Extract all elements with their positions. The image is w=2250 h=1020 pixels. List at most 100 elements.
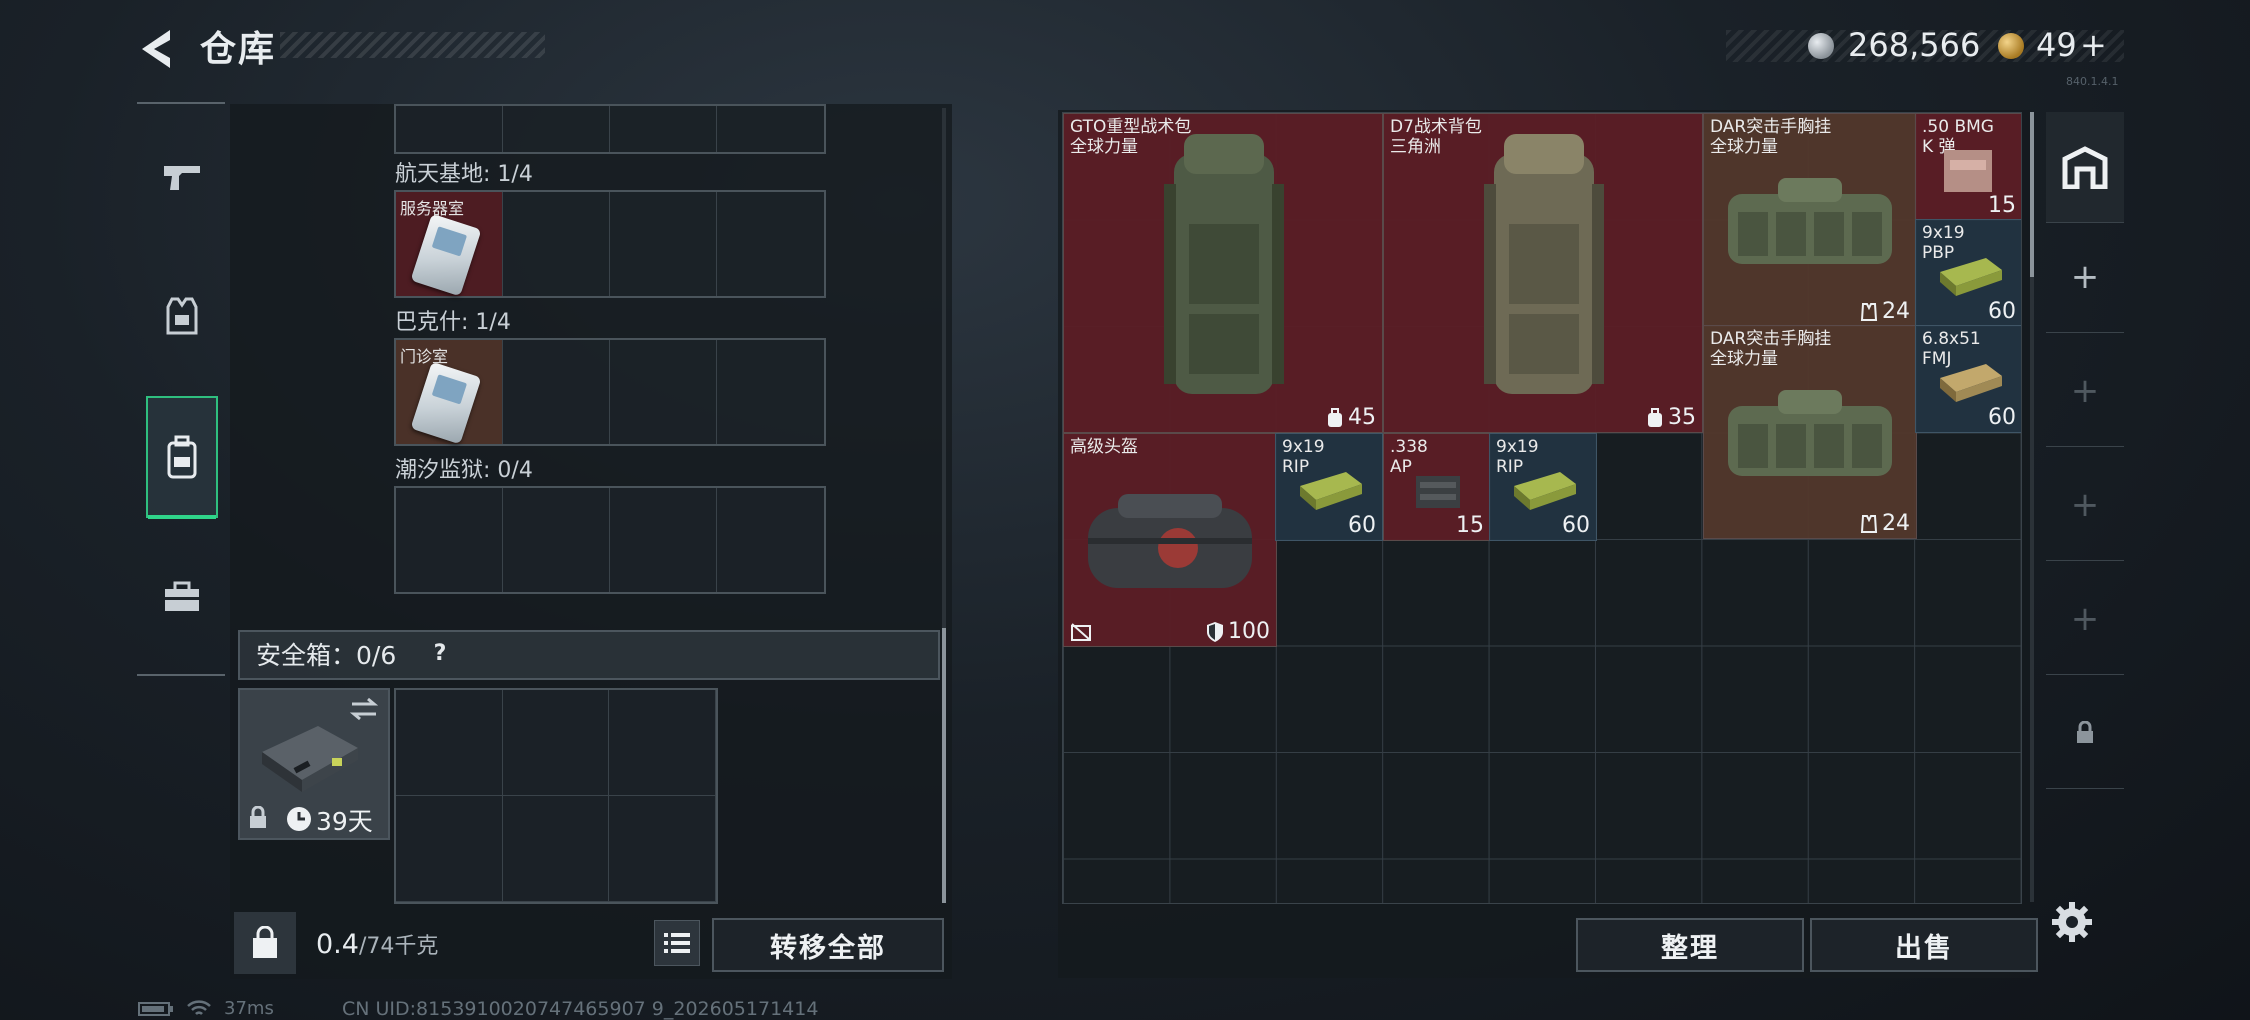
list-view-button[interactable] [654, 920, 700, 966]
stash-item-dar-vest[interactable]: DAR突击手胸挂 全球力量 24 [1703, 113, 1917, 327]
item-count: 60 [1562, 513, 1590, 538]
list-icon [664, 933, 690, 953]
left-scrollbar-thumb[interactable] [942, 628, 946, 903]
stash-page-add-1[interactable]: + [2046, 222, 2124, 333]
stash-page-add-3[interactable]: + [2046, 450, 2124, 561]
stash-item-338-ap-ammo[interactable]: .338 AP 15 [1383, 433, 1491, 541]
tab-weapons[interactable] [148, 132, 216, 222]
empty-slot[interactable] [609, 690, 716, 796]
plus-icon: + [2070, 599, 2100, 639]
safe-box-item[interactable]: 39天 [238, 688, 390, 840]
empty-slot[interactable] [502, 796, 610, 902]
empty-slot[interactable] [503, 340, 610, 444]
durability-value: 100 [1228, 619, 1270, 644]
active-tab-indicator [148, 515, 216, 519]
plus-icon: + [2070, 257, 2100, 297]
stash-page-add-4[interactable]: + [2046, 564, 2124, 675]
tab-tools[interactable] [148, 552, 216, 642]
section-label-bakhsh: 巴克什: 1/4 [395, 310, 511, 335]
gear-icon[interactable] [2050, 900, 2094, 944]
help-button[interactable]: ? [424, 638, 456, 670]
stash-item-advanced-helmet[interactable]: 高级头盔 100 [1063, 433, 1277, 647]
empty-slot[interactable] [610, 340, 717, 444]
empty-slot[interactable] [396, 690, 503, 796]
tab-backpacks[interactable] [146, 396, 218, 518]
empty-slot[interactable] [609, 796, 716, 902]
keycard-icon [410, 361, 482, 445]
battery-icon [138, 1001, 173, 1016]
empty-slot[interactable] [610, 192, 717, 296]
stash-page-locked[interactable] [2046, 678, 2124, 789]
empty-slot[interactable] [503, 488, 610, 592]
capacity-value: 24 [1882, 299, 1910, 324]
empty-slot[interactable] [717, 340, 824, 444]
empty-slot[interactable] [717, 192, 824, 296]
ammo-box-icon [1514, 472, 1576, 510]
stash-item-9x19-rip-ammo[interactable]: 9x19 RIP 60 [1275, 433, 1383, 541]
ammo-box-icon [1940, 258, 2002, 296]
wifi-icon [187, 999, 211, 1015]
empty-slot[interactable] [610, 488, 717, 592]
weight-icon [253, 926, 277, 958]
stash-item-d7-backpack[interactable]: D7战术背包 三角洲 35 [1383, 113, 1703, 433]
empty-slot[interactable] [503, 192, 610, 296]
stash-scrollbar-thumb[interactable] [2030, 112, 2034, 277]
empty-slot[interactable] [717, 488, 824, 592]
stash-item-9x19-pbp-ammo[interactable]: 9x19 PBP 60 [1915, 219, 2021, 327]
page-title: 仓库 [200, 29, 277, 70]
section-label-tidal-prison: 潮汐监狱: 0/4 [395, 458, 533, 483]
capacity-value: 24 [1882, 511, 1910, 536]
plus-icon: + [2070, 485, 2100, 525]
item-durability: 100 [1206, 619, 1270, 644]
item-capacity: 24 [1860, 299, 1910, 324]
item-count: 15 [1456, 513, 1484, 538]
item-name: DAR突击手胸挂 全球力量 [1710, 117, 1832, 157]
durability-icon [1207, 621, 1223, 642]
vest-icon [1728, 390, 1892, 476]
stash-item-dar-vest[interactable]: DAR突击手胸挂 全球力量 24 [1703, 325, 1917, 539]
section-label-aerospace: 航天基地: 1/4 [395, 162, 533, 187]
capacity-icon [1328, 407, 1342, 427]
stash-page-add-2[interactable]: + [2046, 336, 2124, 447]
item-count: 60 [1988, 405, 2016, 430]
add-currency-button[interactable]: + [2080, 26, 2107, 64]
stash-page-main[interactable] [2046, 112, 2124, 223]
keycard-item[interactable]: 门诊室 [396, 340, 503, 445]
transfer-all-button[interactable]: 转移全部 [712, 918, 944, 972]
empty-slot[interactable] [396, 796, 503, 902]
keycard-item[interactable]: 服务器室 [396, 192, 503, 297]
sort-button[interactable]: 整理 [1576, 918, 1804, 972]
vest-icon [1728, 178, 1892, 264]
item-name: 高级头盔 [1070, 437, 1138, 457]
weight-lock-button[interactable] [234, 912, 296, 974]
armor-vest-icon [166, 297, 198, 335]
stash-item-9x19-rip-ammo[interactable]: 9x19 RIP 60 [1489, 433, 1597, 541]
silver-amount: 268,566 [1848, 26, 1981, 64]
stash-item-50bmg-ammo[interactable]: .50 BMG K 弹 15 [1915, 113, 2021, 221]
no-repair-icon [1071, 623, 1091, 641]
backpack-icon [167, 435, 197, 479]
stash-item-6.8x51-fmj-ammo[interactable]: 6.8x51 FMJ 60 [1915, 325, 2021, 433]
vest-capacity-icon [1860, 514, 1878, 533]
keycard-icon [410, 213, 482, 297]
tab-armor[interactable] [148, 272, 216, 362]
lock-icon [2077, 721, 2093, 743]
keycard-grid-previous [394, 104, 826, 154]
item-capacity: 45 [1326, 405, 1376, 430]
backpack-icon [1484, 134, 1604, 394]
sell-button[interactable]: 出售 [1810, 918, 2038, 972]
safe-box-title: 安全箱：0/6 [256, 641, 397, 670]
item-name: 门诊室 [400, 347, 449, 366]
back-icon[interactable] [136, 26, 182, 72]
weight-current: 0.4 [316, 929, 359, 960]
gold-amount: 49 [2036, 26, 2077, 64]
ammo-box-icon [1940, 364, 2002, 402]
stash-item-gto-backpack[interactable]: GTO重型战术包 全球力量 45 [1063, 113, 1383, 433]
empty-slot[interactable] [396, 488, 503, 592]
lock-icon [250, 806, 266, 828]
swap-icon[interactable] [348, 696, 380, 722]
item-name: DAR突击手胸挂 全球力量 [1710, 329, 1832, 369]
ammo-box-icon [1300, 472, 1362, 510]
empty-slot[interactable] [502, 690, 610, 796]
ping-text: 37ms [224, 998, 274, 1019]
